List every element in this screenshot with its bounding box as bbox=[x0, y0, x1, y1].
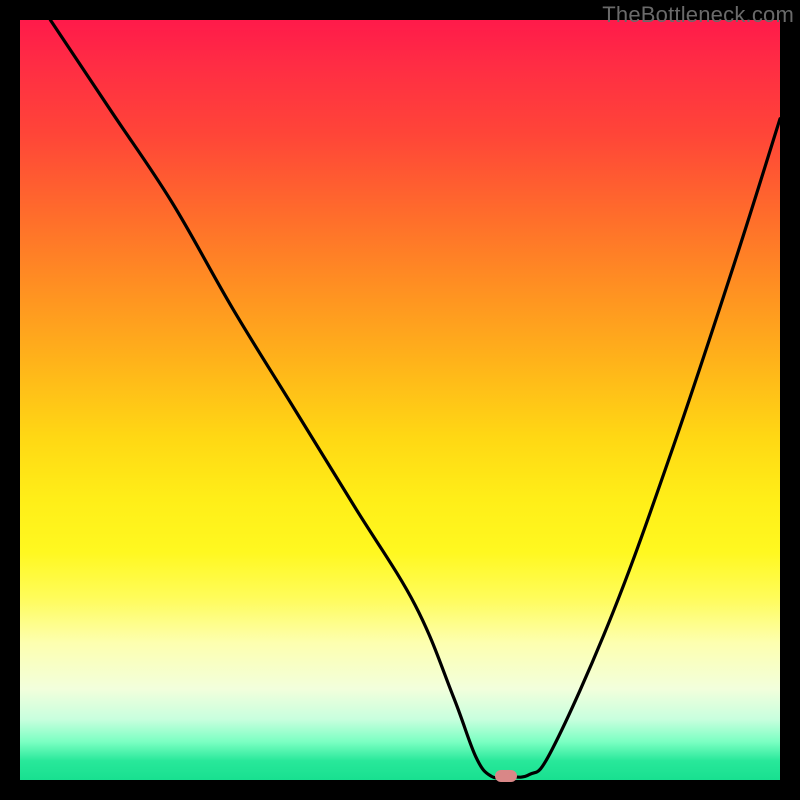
watermark-text: TheBottleneck.com bbox=[602, 2, 794, 28]
optimal-marker bbox=[495, 770, 517, 782]
curve-svg bbox=[20, 20, 780, 780]
plot-area bbox=[20, 20, 780, 780]
chart-container: TheBottleneck.com bbox=[0, 0, 800, 800]
bottleneck-curve bbox=[50, 20, 780, 778]
